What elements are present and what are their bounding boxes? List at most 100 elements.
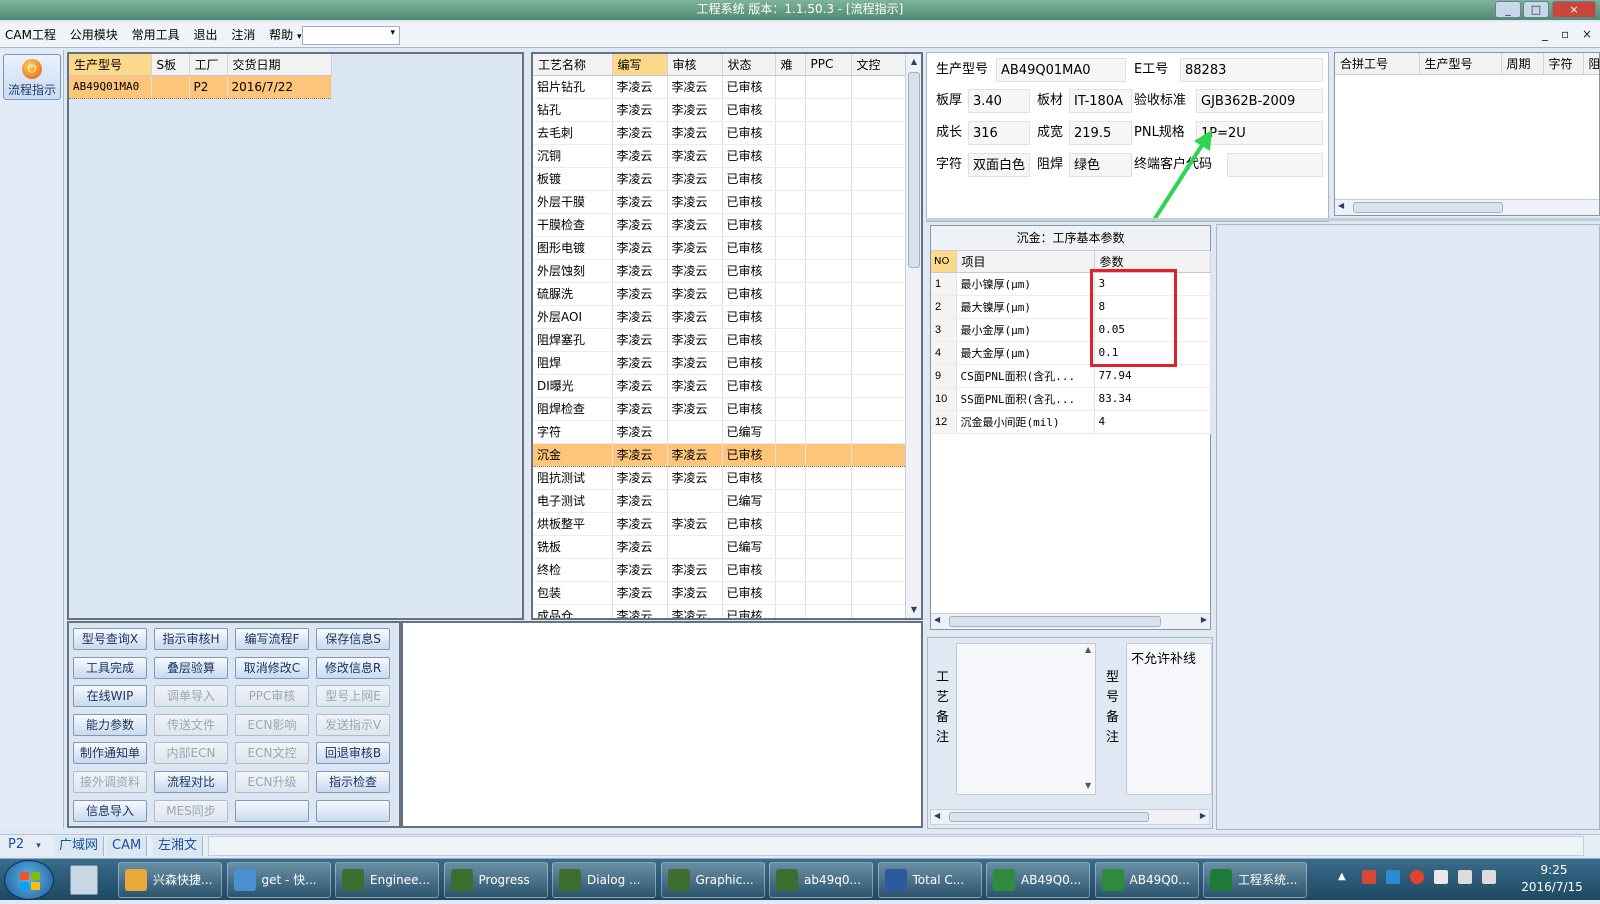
taskbar-item[interactable]: Total C...	[877, 862, 982, 898]
flow-indicator-button[interactable]: ⏻ 流程指示	[3, 54, 61, 100]
process-row[interactable]: 沉铜 李凌云 李凌云 已审核	[533, 144, 906, 168]
process-row[interactable]: 外层干膜 李凌云 李凌云 已审核	[533, 190, 906, 214]
action-button[interactable]: 指示检查	[316, 771, 390, 793]
merge-hscroll-thumb[interactable]	[1353, 202, 1503, 213]
process-row[interactable]: 包装 李凌云 李凌云 已审核	[533, 581, 906, 605]
action-button[interactable]: 指示审核H	[154, 628, 228, 650]
params-row[interactable]: 9 CS面PNL面积(含孔... 77.94	[931, 364, 1211, 388]
menu-cam[interactable]: CAM工程	[0, 22, 61, 48]
process-col-status[interactable]: 状态	[722, 54, 776, 76]
e-number-field[interactable]: 88283	[1180, 58, 1323, 82]
merge-col-model[interactable]: 生产型号	[1419, 53, 1502, 75]
orders-col-factory[interactable]: 工厂	[189, 54, 228, 76]
tray-app-icon[interactable]	[1362, 870, 1376, 884]
tray-volume-icon[interactable]	[1482, 870, 1496, 884]
calculator-icon[interactable]	[70, 865, 98, 895]
mask-field[interactable]: 绿色	[1069, 153, 1132, 177]
splitter[interactable]	[926, 218, 1600, 221]
params-col-no[interactable]: NO	[931, 251, 957, 273]
process-col-difficulty[interactable]: 难	[775, 54, 806, 76]
action-button[interactable]: 流程对比	[154, 771, 228, 793]
remarks-hscroll-thumb[interactable]	[949, 812, 1149, 822]
action-button[interactable]: 修改信息R	[316, 656, 390, 679]
process-row[interactable]: DI曝光 李凌云 李凌云 已审核	[533, 374, 906, 398]
taskbar-item[interactable]: get - 快...	[226, 862, 331, 898]
merge-col-legend[interactable]: 字符	[1543, 53, 1584, 75]
menu-combo[interactable]: ▾	[302, 26, 400, 45]
mdi-restore-button[interactable]: ▫	[1561, 27, 1569, 41]
merge-col-job[interactable]: 合拼工号	[1335, 53, 1420, 75]
model-field[interactable]: AB49Q01MA0	[996, 58, 1126, 82]
clock-date[interactable]: 2016/7/15	[1514, 880, 1590, 894]
action-button[interactable]: 型号查询X	[73, 628, 147, 650]
orders-col-model[interactable]: 生产型号	[69, 54, 152, 76]
merge-col-period[interactable]: 周期	[1501, 53, 1544, 75]
mdi-minimize-button[interactable]: _	[1542, 27, 1548, 41]
taskbar-item[interactable]: 工程系统...	[1203, 862, 1307, 898]
standard-field[interactable]: GJB362B-2009	[1196, 89, 1323, 113]
process-row[interactable]: 阻焊检查 李凌云 李凌云 已审核	[533, 397, 906, 421]
scroll-down-icon[interactable]: ▼	[1085, 781, 1091, 790]
process-row[interactable]: 字符 李凌云 已编写	[533, 420, 906, 444]
orders-col-date[interactable]: 交货日期	[227, 54, 332, 76]
process-row[interactable]: 终检 李凌云 李凌云 已审核	[533, 558, 906, 582]
action-button[interactable]: MES同步	[154, 799, 228, 822]
process-row[interactable]: 去毛刺 李凌云 李凌云 已审核	[533, 121, 906, 145]
action-button[interactable]: 编写流程F	[235, 628, 309, 650]
tray-flag-icon[interactable]	[1434, 870, 1448, 884]
action-button[interactable]: 内部ECN	[154, 742, 228, 765]
mdi-close-button[interactable]: ×	[1582, 27, 1592, 41]
action-button[interactable]: 发送指示V	[316, 713, 390, 736]
process-col-writer[interactable]: 编写	[612, 54, 668, 76]
taskbar-item[interactable]: Progress	[443, 862, 548, 898]
process-col-reviewer[interactable]: 审核	[667, 54, 723, 76]
params-row[interactable]: 12 沉金最小间距(mil) 4	[931, 410, 1211, 434]
scroll-down-icon[interactable]: ▼	[906, 602, 921, 618]
action-button[interactable]: 保存信息S	[316, 628, 390, 650]
process-scrollbar[interactable]: ▲ ▼	[905, 54, 921, 618]
action-button[interactable]: PPC审核	[235, 685, 309, 708]
taskbar-item[interactable]: 兴森快捷...	[118, 862, 222, 898]
action-button[interactable]: 在线WIP	[73, 685, 147, 708]
params-row[interactable]: 10 SS面PNL面积(含孔... 83.34	[931, 387, 1211, 411]
menu-exit[interactable]: 退出	[188, 22, 222, 48]
minimize-button[interactable]: _	[1495, 1, 1521, 18]
customer-field[interactable]	[1227, 153, 1323, 177]
action-button[interactable]: 叠层验算	[154, 656, 228, 679]
process-row[interactable]: 阻抗测试 李凌云 李凌云 已审核	[533, 466, 906, 490]
menu-common-modules[interactable]: 公用模块	[65, 22, 123, 48]
thickness-field[interactable]: 3.40	[968, 89, 1030, 113]
process-row[interactable]: 外层AOI 李凌云 李凌云 已审核	[533, 305, 906, 329]
clock-time[interactable]: 9:25	[1522, 863, 1586, 877]
taskbar-item[interactable]: Dialog ...	[552, 862, 656, 898]
action-button[interactable]: ECN文控	[235, 742, 309, 765]
scroll-right-icon[interactable]: ▶	[1200, 811, 1206, 820]
action-button[interactable]: 接外调资料	[73, 771, 147, 793]
params-hscroll-thumb[interactable]	[949, 616, 1161, 627]
tray-expand-icon[interactable]: ▲	[1338, 871, 1346, 882]
scroll-up-icon[interactable]: ▲	[1085, 645, 1091, 654]
scroll-thumb[interactable]	[908, 72, 920, 268]
process-row[interactable]: 阻焊 李凌云 李凌云 已审核	[533, 351, 906, 375]
tray-network-icon[interactable]	[1458, 870, 1472, 884]
process-row[interactable]: 钻孔 李凌云 李凌云 已审核	[533, 98, 906, 122]
taskbar-item[interactable]: Graphic...	[660, 862, 765, 898]
width-field[interactable]: 219.5	[1069, 121, 1132, 145]
merge-hscroll[interactable]: ◀	[1335, 199, 1599, 215]
action-button[interactable]: 信息导入	[73, 799, 147, 822]
close-button[interactable]: ×	[1552, 1, 1596, 18]
scroll-left-icon[interactable]: ◀	[1338, 201, 1344, 210]
scroll-left-icon[interactable]: ◀	[934, 615, 940, 624]
menu-logout[interactable]: 注消	[226, 22, 260, 48]
process-row[interactable]: 沉金 李凌云 李凌云 已审核	[533, 442, 906, 467]
start-button[interactable]	[4, 860, 54, 900]
action-button[interactable]: 能力参数	[73, 713, 147, 736]
params-hscroll[interactable]: ◀ ▶	[931, 613, 1210, 629]
action-button[interactable]: 制作通知单	[73, 742, 147, 765]
process-remark-text[interactable]	[956, 643, 1096, 795]
process-row[interactable]: 铣板 李凌云 已编写	[533, 535, 906, 559]
maximize-button[interactable]: □	[1523, 1, 1549, 18]
process-row[interactable]: 硫脲洗 李凌云 李凌云 已审核	[533, 282, 906, 306]
tray-qq-icon[interactable]	[1386, 870, 1400, 884]
taskbar-item[interactable]: Enginee...	[335, 862, 439, 898]
